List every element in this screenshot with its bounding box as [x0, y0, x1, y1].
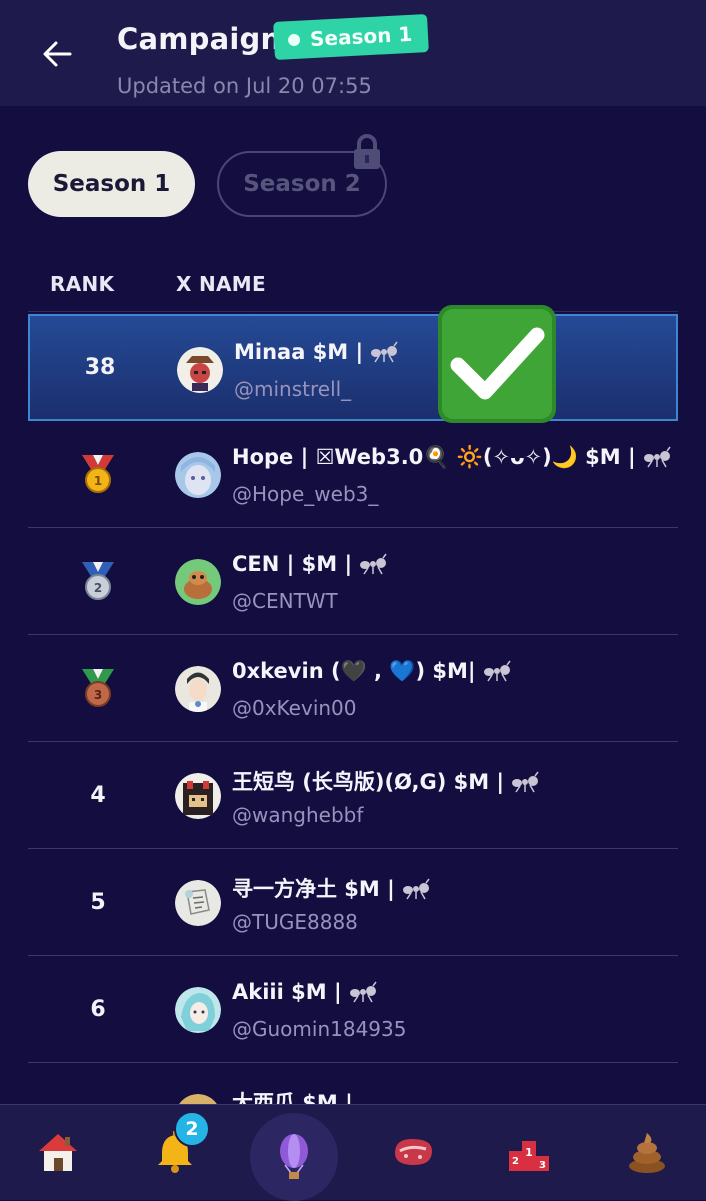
user-handle: @minstrell_ [234, 377, 352, 401]
nav-leaderboard[interactable]: 1 2 3 [504, 1127, 554, 1177]
nav-meat[interactable] [388, 1127, 438, 1177]
avatar [175, 666, 221, 712]
table-row[interactable]: 2 CEN | $M | @CENTWT [28, 528, 678, 635]
user-name-text: Minaa $M | [234, 340, 364, 364]
rank-number: 4 [90, 782, 106, 808]
user-display-name: 王短鸟 (长鸟版)(Ø,G) $M | [232, 766, 540, 796]
table-row[interactable]: 6 Akiii $M | @Guomin184935 [28, 956, 678, 1063]
ant-icon [512, 771, 539, 793]
rank-number: 38 [84, 355, 116, 380]
checkmark-icon [438, 305, 556, 423]
user-display-name: Hope | ☒Web3.0🍳 🔆(✧ᴗ✧)🌙 $M | [232, 445, 672, 470]
poop-icon [629, 1133, 665, 1173]
bronze-medal-icon: 3 [82, 669, 114, 707]
notification-count-badge: 2 [174, 1111, 210, 1147]
updated-timestamp: Updated on Jul 20 07:55 [117, 74, 372, 98]
rank-number: 5 [90, 889, 106, 915]
table-row[interactable]: 4 王短鸟 (长鸟版)(Ø,G) $M | @wanghebbf [28, 742, 678, 849]
user-handle: @TUGE8888 [232, 910, 358, 934]
user-display-name: CEN | $M | [232, 552, 388, 576]
user-name-text: Akiii $M | [232, 980, 342, 1004]
table-row[interactable]: 1 Hope | ☒Web3.0🍳 🔆(✧ᴗ✧)🌙 $M | @Hope_web… [28, 421, 678, 528]
avatar [175, 880, 221, 926]
user-name-text: CEN | $M | [232, 552, 353, 576]
table-row[interactable]: 5 寻一方净土 $M | @TUGE8888 [28, 849, 678, 956]
back-button[interactable] [34, 30, 82, 78]
svg-text:1: 1 [525, 1146, 533, 1159]
column-header-rank: RANK [50, 272, 115, 296]
season-badge: Season 1 [273, 13, 430, 61]
home-icon [39, 1134, 77, 1171]
user-handle: @Guomin184935 [232, 1017, 407, 1041]
rank-number: 6 [90, 996, 106, 1022]
user-name-text: 王短鸟 (长鸟版)(Ø,G) $M | [232, 770, 505, 794]
user-handle: @wanghebbf [232, 803, 364, 827]
avatar [175, 452, 221, 498]
app-header: Campaign Season 1 Updated on Jul 20 07:5… [0, 0, 706, 106]
lock-icon [354, 134, 380, 169]
season-badge-label: Season 1 [309, 21, 413, 52]
bottom-navigation: 1 2 3 [0, 1104, 706, 1201]
avatar [175, 773, 221, 819]
ant-icon [349, 981, 377, 1003]
ant-icon [371, 341, 398, 363]
svg-text:3: 3 [94, 688, 102, 702]
nav-home[interactable] [33, 1127, 83, 1177]
status-dot-icon [287, 33, 301, 47]
silver-medal-icon: 2 [82, 562, 114, 600]
user-display-name: 0xkevin (🖤 , 💙) $M| [232, 659, 512, 684]
table-row-current-user[interactable]: 38 Minaa $M | @minstrell_ [28, 314, 678, 421]
ant-icon [360, 553, 387, 575]
balloon-icon [280, 1134, 308, 1179]
user-handle: @Hope_web3_ [232, 482, 379, 506]
table-row[interactable]: 3 0xkevin (🖤 , 💙) $M| @0xKevin00 [28, 635, 678, 742]
svg-text:1: 1 [94, 474, 102, 488]
user-name-text: Hope | ☒Web3.0🍳 🔆(✧ᴗ✧)🌙 $M | [232, 445, 636, 469]
back-arrow-icon [43, 41, 72, 67]
avatar [175, 987, 221, 1033]
svg-text:3: 3 [539, 1160, 546, 1171]
ant-icon [483, 660, 511, 682]
svg-text:2: 2 [512, 1156, 519, 1167]
avatar [175, 559, 221, 605]
user-name-text: 0xkevin (🖤 , 💙) $M| [232, 659, 476, 683]
svg-text:2: 2 [94, 581, 102, 595]
user-name-text: 寻一方净土 $M | [232, 877, 395, 901]
page-title: Campaign [117, 22, 282, 56]
steak-icon [395, 1139, 432, 1165]
user-handle: @0xKevin00 [232, 696, 357, 720]
ant-icon [402, 878, 430, 900]
nav-balloon[interactable] [250, 1113, 338, 1201]
nav-poop[interactable] [622, 1127, 672, 1177]
podium-icon: 1 2 3 [509, 1141, 549, 1171]
user-display-name: 寻一方净土 $M | [232, 873, 431, 903]
user-display-name: Akiii $M | [232, 980, 378, 1004]
tab-season-1[interactable]: Season 1 [28, 151, 195, 217]
user-handle: @CENTWT [232, 589, 338, 613]
gold-medal-icon: 1 [82, 455, 114, 493]
user-display-name: Minaa $M | [234, 340, 399, 364]
avatar [177, 347, 223, 393]
header-divider [28, 311, 678, 312]
column-header-x-name: X NAME [176, 272, 266, 296]
ant-icon [643, 446, 671, 468]
